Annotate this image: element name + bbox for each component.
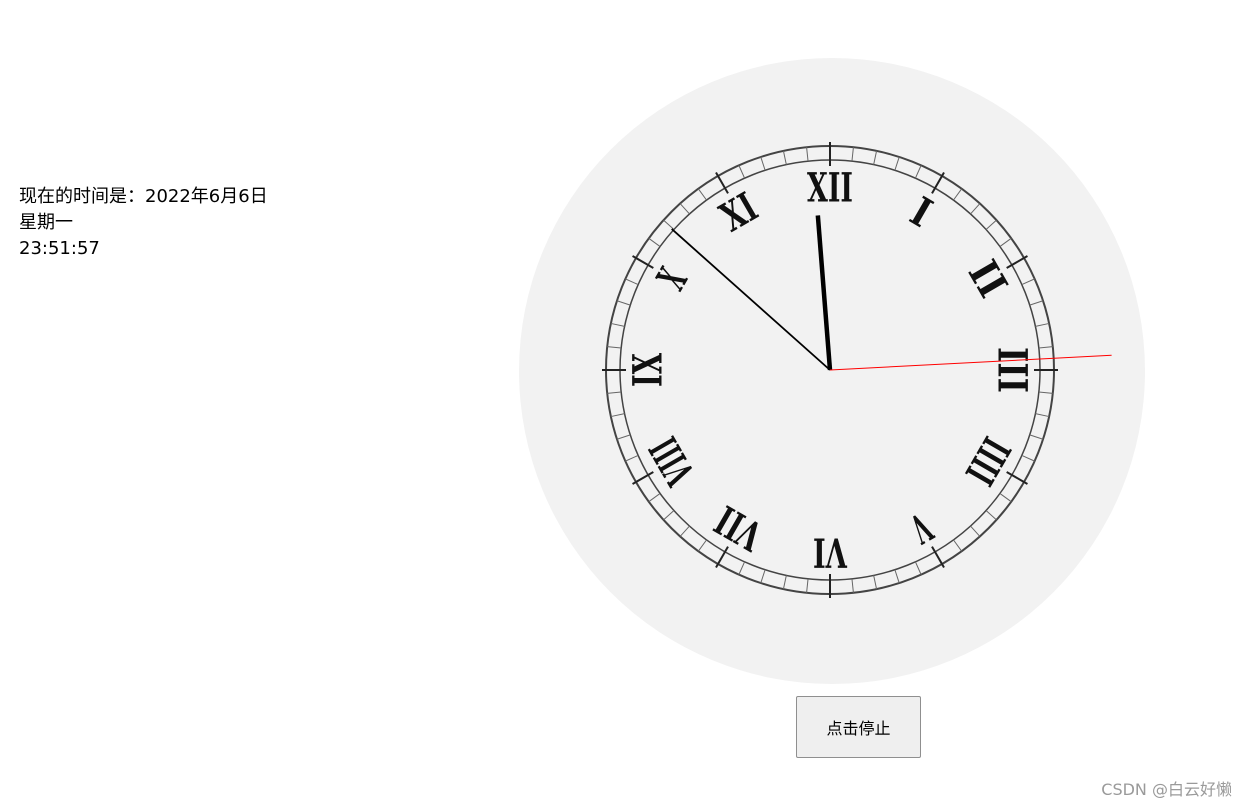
numeral-vi: VI — [813, 529, 848, 576]
time-text: 23:51:57 — [19, 238, 100, 259]
clock-face: XIIIIIIIIIIIIVVIVIIVIIIIXXXI — [519, 58, 1145, 684]
date-text: 现在的时间是：2022年6月6日 — [19, 186, 268, 207]
weekday-text: 星期一 — [19, 212, 73, 233]
numeral-xii: XII — [807, 165, 853, 212]
stop-button[interactable]: 点击停止 — [796, 696, 921, 758]
numeral-iii: III — [989, 347, 1036, 393]
time-info: 现在的时间是：2022年6月6日 星期一 23:51:57 — [19, 184, 268, 262]
watermark: CSDN @白云好懒 — [1101, 780, 1232, 799]
page: 现在的时间是：2022年6月6日 星期一 23:51:57 XII I II III I… — [0, 0, 1248, 808]
analog-clock: XII I II III IIII V VI VII VIII IX X XI — [519, 58, 1145, 684]
numeral-ix: IX — [625, 353, 672, 387]
